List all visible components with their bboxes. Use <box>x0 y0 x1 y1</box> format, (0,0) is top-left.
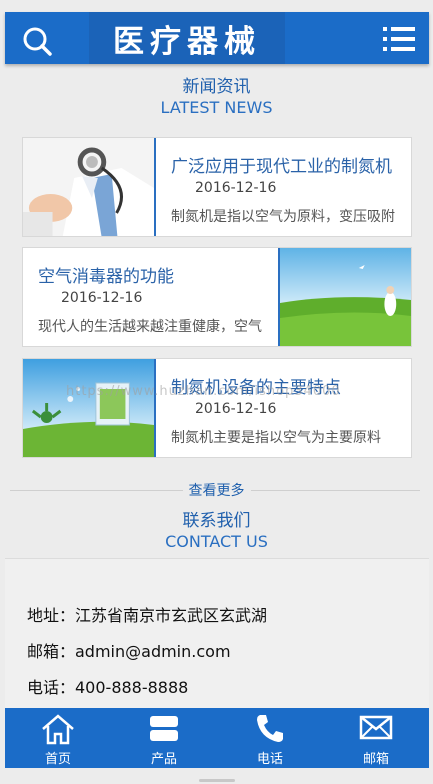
contact-section-title: 联系我们 CONTACT US <box>0 510 433 552</box>
nav-phone-label: 电话 <box>256 752 283 767</box>
top-header: 医疗器械 <box>5 12 429 64</box>
news-date: 2016-12-16 <box>195 180 277 196</box>
products-icon <box>150 716 178 741</box>
contact-email: 邮箱：admin@admin.com <box>27 642 231 661</box>
home-icon <box>42 714 74 745</box>
search-icon[interactable] <box>21 25 53 57</box>
site-logo[interactable]: 医疗器械 <box>89 12 285 64</box>
news-card[interactable]: 制氮机设备的主要特点 2016-12-16 制氮机主要是指以空气为主要原料 <box>22 358 412 458</box>
news-title: 广泛应用于现代工业的制氮机 <box>171 157 392 177</box>
watermark-text: https://www.huzhan.com/ishop34000 <box>66 384 341 399</box>
news-date: 2016-12-16 <box>195 401 277 417</box>
mail-icon <box>359 715 393 740</box>
news-title-en: LATEST NEWS <box>160 98 273 117</box>
doctor-stethoscope-image <box>23 138 156 236</box>
contact-title-en: CONTACT US <box>165 532 268 551</box>
nav-home[interactable]: 首页 <box>5 708 111 768</box>
nav-mail-label: 邮箱 <box>362 752 389 767</box>
nav-mail[interactable]: 邮箱 <box>323 708 429 768</box>
bottom-nav: 首页 产品 电话 邮箱 <box>5 708 429 768</box>
news-card[interactable]: 广泛应用于现代工业的制氮机 2016-12-16 制氮机是指以空气为原料，变压吸… <box>22 137 412 237</box>
more-link-wrap: 查看更多 <box>0 480 433 500</box>
phone-icon <box>257 715 283 742</box>
nav-products-label: 产品 <box>150 752 177 767</box>
contact-phone: 电话：400-888-8888 <box>27 678 189 697</box>
nav-products[interactable]: 产品 <box>111 708 217 768</box>
news-excerpt: 制氮机是指以空气为原料，变压吸附 <box>171 209 395 225</box>
home-indicator[interactable] <box>199 779 235 782</box>
nav-home-label: 首页 <box>44 752 71 767</box>
air-purifier-image <box>23 359 156 457</box>
nav-phone[interactable]: 电话 <box>217 708 323 768</box>
menu-icon[interactable] <box>383 25 415 53</box>
more-link[interactable]: 查看更多 <box>182 483 251 499</box>
contact-address: 地址：江苏省南京市玄武区玄武湖 <box>27 606 268 625</box>
news-title: 空气消毒器的功能 <box>38 267 174 287</box>
green-field-image <box>278 248 411 346</box>
logo-text: 医疗器械 <box>113 23 261 60</box>
news-excerpt: 现代人的生活越来越注重健康，空气 <box>38 319 262 335</box>
news-date: 2016-12-16 <box>61 290 143 306</box>
news-excerpt: 制氮机主要是指以空气为主要原料 <box>171 430 381 446</box>
news-card[interactable]: 空气消毒器的功能 2016-12-16 现代人的生活越来越注重健康，空气 <box>22 247 412 347</box>
news-section-title: 新闻资讯 LATEST NEWS <box>0 76 433 118</box>
news-title-cn: 新闻资讯 <box>182 77 251 97</box>
contact-title-cn: 联系我们 <box>182 511 251 531</box>
